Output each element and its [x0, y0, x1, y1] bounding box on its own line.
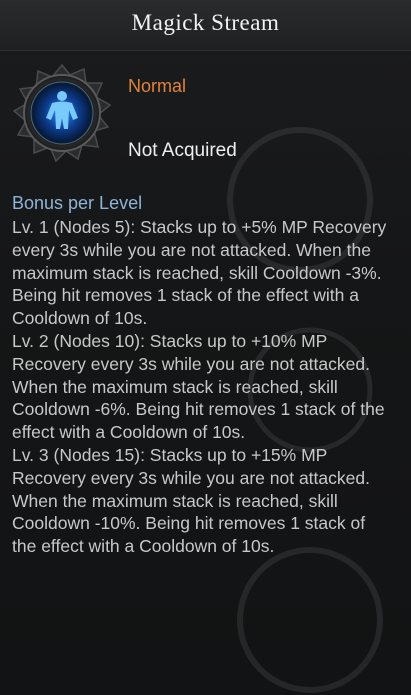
level-3-bonus: Lv. 3 (Nodes 15): Stacks up to +15% MP R…: [12, 444, 370, 557]
magick-stream-rune-icon: [12, 63, 112, 163]
title-bar: Magick Stream: [0, 0, 411, 51]
bonus-heading: Bonus per Level: [12, 193, 143, 213]
level-bonus-list: Lv. 1 (Nodes 5): Stacks up to +5% MP Rec…: [12, 216, 392, 558]
rarity-label: Normal: [128, 76, 187, 96]
level-1-bonus: Lv. 1 (Nodes 5): Stacks up to +5% MP Rec…: [12, 217, 387, 329]
acquisition-status: Not Acquired: [128, 140, 237, 161]
card-tooltip: Magick Stream Normal Not Acquired Bonus …: [0, 0, 411, 695]
level-2-bonus: Lv. 2 (Nodes 10): Stacks up to +10% MP R…: [12, 330, 385, 443]
card-title: Magick Stream: [131, 10, 280, 35]
